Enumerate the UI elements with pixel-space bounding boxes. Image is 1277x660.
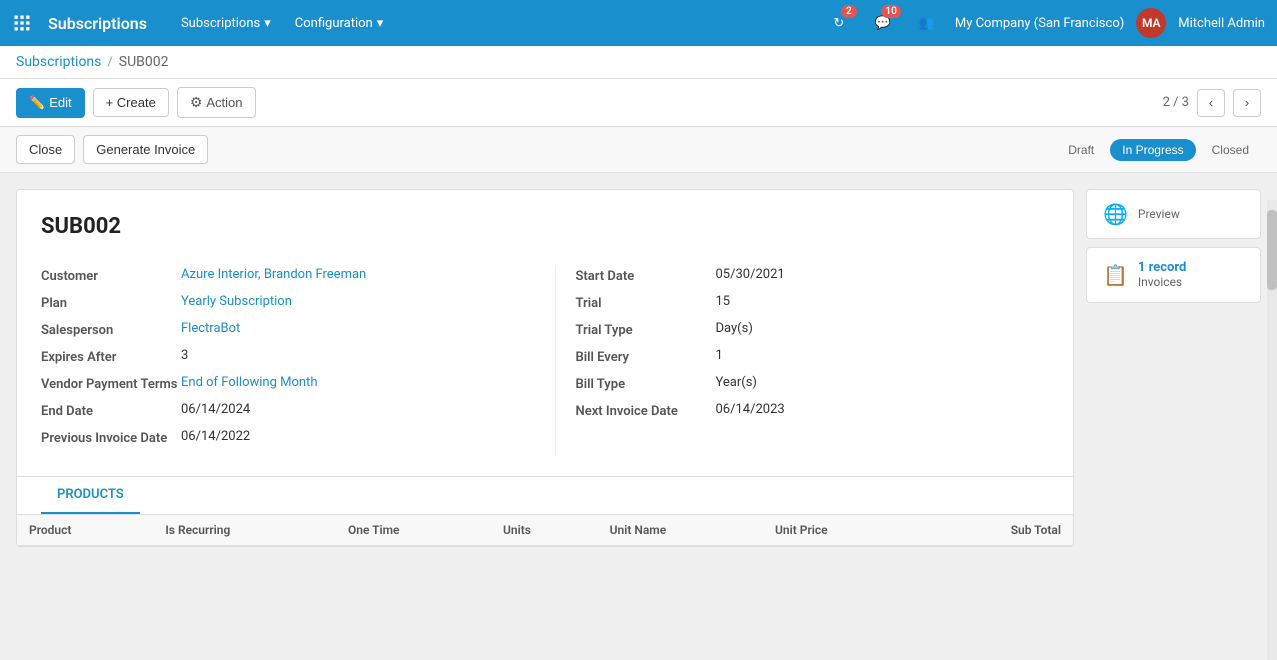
- breadcrumb-current: SUB002: [119, 54, 169, 70]
- breadcrumb-parent[interactable]: Subscriptions: [16, 54, 101, 70]
- end-date-value: 06/14/2024: [181, 402, 250, 417]
- col-product: Product: [17, 515, 153, 546]
- pager-prev-button[interactable]: ‹: [1197, 89, 1225, 117]
- chevron-down-icon: ▾: [264, 16, 271, 31]
- create-button[interactable]: + Create: [93, 88, 169, 117]
- status-draft[interactable]: Draft: [1056, 139, 1106, 161]
- apps-menu-icon[interactable]: [12, 13, 32, 33]
- nav-right: ↻ 2 💬 10 👥 My Company (San Francisco) MA…: [823, 7, 1265, 39]
- field-end-date: End Date 06/14/2024: [41, 402, 515, 419]
- record-title: SUB002: [41, 214, 1049, 239]
- chat-icon[interactable]: 💬 10: [867, 7, 899, 39]
- trial-value: 15: [716, 294, 731, 309]
- bill-every-value: 1: [716, 348, 723, 363]
- field-previous-invoice-date: Previous Invoice Date 06/14/2022: [41, 429, 515, 446]
- invoice-icon: 📋: [1103, 263, 1128, 287]
- chat-badge: 10: [881, 5, 900, 18]
- field-start-date: Start Date 05/30/2021: [576, 267, 1050, 284]
- scrollbar-thumb[interactable]: [1267, 210, 1277, 290]
- refresh-badge: 2: [841, 5, 857, 18]
- action-button[interactable]: ⚙ Action: [177, 87, 256, 118]
- invoices-count: 1 record: [1138, 260, 1186, 275]
- field-expires-after: Expires After 3: [41, 348, 515, 365]
- globe-icon: 🌐: [1103, 202, 1128, 226]
- field-salesperson: Salesperson FlectraBot: [41, 321, 515, 338]
- trial-type-value: Day(s): [716, 321, 753, 336]
- status-closed[interactable]: Closed: [1200, 139, 1261, 161]
- subscriptions-menu[interactable]: Subscriptions ▾: [171, 10, 281, 37]
- form-fields: Customer Azure Interior, Brandon Freeman…: [17, 267, 1073, 476]
- invoices-button[interactable]: 📋 1 record Invoices: [1086, 247, 1261, 303]
- refresh-icon[interactable]: ↻ 2: [823, 7, 855, 39]
- status-pills: Draft In Progress Closed: [1056, 139, 1261, 161]
- main-panel: SUB002 Customer Azure Interior, Brandon …: [16, 189, 1074, 547]
- products-table: Product Is Recurring One Time Units Unit…: [17, 514, 1073, 546]
- app-title: Subscriptions: [48, 14, 147, 33]
- top-menu: Subscriptions ▾ Configuration ▾: [171, 10, 393, 37]
- expires-after-value: 3: [181, 348, 188, 363]
- status-in-progress[interactable]: In Progress: [1110, 139, 1195, 161]
- field-customer: Customer Azure Interior, Brandon Freeman: [41, 267, 515, 284]
- tab-products[interactable]: PRODUCTS: [41, 477, 140, 514]
- user-name[interactable]: Mitchell Admin: [1178, 16, 1265, 31]
- breadcrumb: Subscriptions / SUB002: [0, 46, 1277, 79]
- company-name: My Company (San Francisco): [955, 16, 1124, 31]
- start-date-value: 05/30/2021: [716, 267, 785, 282]
- form-left-column: Customer Azure Interior, Brandon Freeman…: [41, 267, 555, 456]
- table-header-row: Product Is Recurring One Time Units Unit…: [17, 515, 1073, 546]
- breadcrumb-separator: /: [107, 55, 112, 70]
- gear-icon: ⚙: [190, 94, 203, 111]
- record-pager: 2 / 3 ‹ ›: [1163, 89, 1261, 117]
- col-units: Units: [491, 515, 598, 546]
- plan-value[interactable]: Yearly Subscription: [181, 294, 292, 309]
- generate-invoice-button[interactable]: Generate Invoice: [83, 135, 208, 164]
- col-sub-total: Sub Total: [920, 515, 1073, 546]
- preview-button[interactable]: 🌐 Preview: [1086, 189, 1261, 239]
- configuration-menu[interactable]: Configuration ▾: [285, 10, 394, 37]
- field-trial-type: Trial Type Day(s): [576, 321, 1050, 338]
- pager-next-button[interactable]: ›: [1233, 89, 1261, 117]
- previous-invoice-date-value: 06/14/2022: [181, 429, 250, 444]
- field-trial: Trial 15: [576, 294, 1050, 311]
- field-next-invoice-date: Next Invoice Date 06/14/2023: [576, 402, 1050, 419]
- col-unit-price: Unit Price: [763, 515, 920, 546]
- tabs-bar: PRODUCTS: [17, 476, 1073, 514]
- form-header: SUB002: [17, 190, 1073, 267]
- close-button[interactable]: Close: [16, 135, 75, 164]
- avatar[interactable]: MA: [1136, 8, 1166, 38]
- col-unit-name: Unit Name: [598, 515, 763, 546]
- chevron-down-icon: ▾: [377, 16, 384, 31]
- col-is-recurring: Is Recurring: [153, 515, 336, 546]
- status-bar: Close Generate Invoice Draft In Progress…: [0, 127, 1277, 173]
- bill-type-value: Year(s): [716, 375, 757, 390]
- top-navigation: Subscriptions Subscriptions ▾ Configurat…: [0, 0, 1277, 46]
- invoices-card-text: 1 record Invoices: [1138, 260, 1186, 290]
- field-plan: Plan Yearly Subscription: [41, 294, 515, 311]
- scrollbar-track: [1267, 200, 1277, 660]
- pager-text: 2 / 3: [1163, 95, 1189, 110]
- edit-icon: ✏️: [29, 95, 45, 111]
- field-vendor-payment-terms: Vendor Payment Terms End of Following Mo…: [41, 375, 515, 392]
- content-area: SUB002 Customer Azure Interior, Brandon …: [0, 173, 1277, 547]
- form-right-column: Start Date 05/30/2021 Trial 15 Trial Typ…: [555, 267, 1050, 456]
- users-icon[interactable]: 👥: [911, 7, 943, 39]
- salesperson-value[interactable]: FlectraBot: [181, 321, 240, 336]
- vendor-payment-terms-value[interactable]: End of Following Month: [181, 375, 317, 390]
- field-bill-type: Bill Type Year(s): [576, 375, 1050, 392]
- preview-label: Preview: [1138, 207, 1180, 221]
- right-panel: 🌐 Preview 📋 1 record Invoices: [1086, 189, 1261, 547]
- next-invoice-date-value: 06/14/2023: [716, 402, 785, 417]
- col-one-time: One Time: [336, 515, 491, 546]
- field-bill-every: Bill Every 1: [576, 348, 1050, 365]
- action-bar: ✏️ Edit + Create ⚙ Action 2 / 3 ‹ ›: [0, 79, 1277, 127]
- preview-card-text: Preview: [1138, 207, 1180, 222]
- edit-button[interactable]: ✏️ Edit: [16, 88, 85, 118]
- invoices-label: Invoices: [1138, 275, 1182, 289]
- customer-value[interactable]: Azure Interior, Brandon Freeman: [181, 267, 366, 282]
